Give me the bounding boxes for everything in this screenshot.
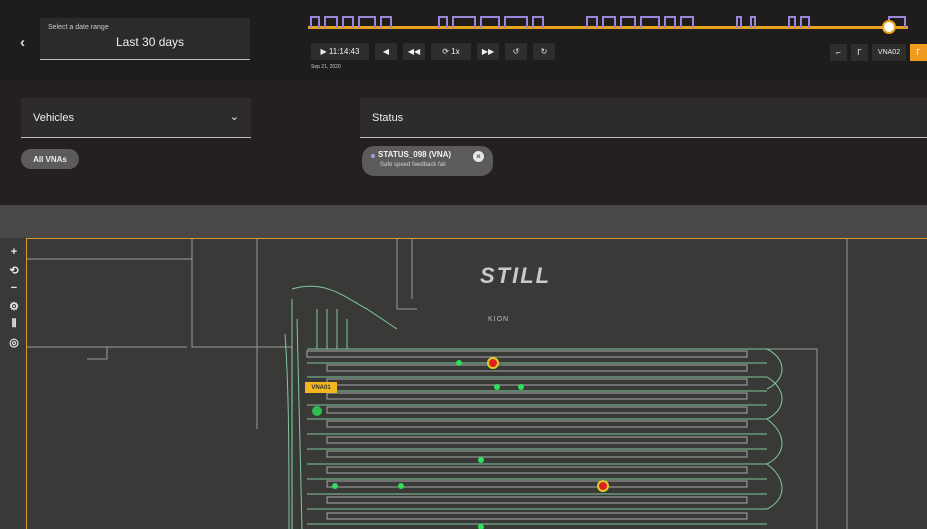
heatmap-icon[interactable]: ⦀	[6, 316, 22, 332]
timeline-segment	[586, 16, 598, 28]
rewind-button[interactable]: ◀◀	[403, 42, 425, 60]
vehicle-id-button[interactable]: VNA02	[872, 43, 906, 61]
target-icon[interactable]: ◎	[6, 334, 22, 350]
rewind-icon: ◀◀	[407, 46, 421, 56]
timeline-segment	[380, 16, 392, 28]
timeline-segment	[504, 16, 528, 28]
rotate-left-icon: ↺	[512, 46, 520, 56]
gear-icon[interactable]: ⚙	[6, 298, 22, 314]
date-range-label: Select a date range	[48, 24, 109, 31]
green-marker	[494, 384, 500, 390]
step-back-button[interactable]: ◀	[375, 42, 397, 60]
corner-left-icon[interactable]: Γ	[851, 43, 868, 61]
kion-logo: KION	[488, 316, 510, 323]
filter-panel: Vehicles ⌄ All VNAs Status STATUS_098 (V…	[0, 80, 927, 205]
status-chip-title: STATUS_098 (VNA)	[378, 150, 452, 159]
timeline-segment	[452, 16, 476, 28]
green-marker	[312, 406, 322, 416]
back-chevron-icon[interactable]: ‹	[20, 34, 38, 54]
timeline-segment	[640, 16, 660, 28]
status-dot-icon	[371, 154, 375, 158]
green-marker	[398, 483, 404, 489]
timeline-segment	[620, 16, 636, 28]
date-range-value: Last 30 days	[116, 35, 185, 49]
minus-icon[interactable]: −	[6, 280, 22, 296]
corner-right-icon[interactable]: ⌐	[830, 43, 847, 61]
vehicle-tag[interactable]: VNA01	[305, 382, 337, 393]
rotate-right-button[interactable]: ↻	[533, 42, 555, 60]
speed-label: 1x	[451, 46, 460, 56]
green-marker	[478, 524, 484, 529]
rotate-icon[interactable]: ⟲	[6, 262, 22, 278]
timeline-segment	[438, 16, 448, 28]
walls	[27, 239, 848, 529]
play-time: 11:14:43	[328, 46, 360, 56]
still-logo: STILL	[480, 263, 552, 288]
timeline-segment	[480, 16, 500, 28]
fast-forward-icon: ▶▶	[481, 46, 495, 56]
playback-date: Sep 21, 2020	[311, 64, 341, 70]
chevron-down-icon: ⌄	[229, 111, 239, 123]
separator-band	[0, 205, 927, 238]
green-marker	[518, 384, 524, 390]
red-marker-core	[599, 482, 607, 490]
vehicle-paths	[284, 285, 783, 529]
status-select[interactable]: Status	[360, 98, 927, 138]
timeline[interactable]	[308, 10, 920, 36]
right-controls: ⌐ Γ VNA02 Γ	[826, 43, 927, 61]
timeline-segment	[750, 16, 756, 28]
fast-forward-button[interactable]: ▶▶	[477, 42, 499, 60]
rotate-left-button[interactable]: ↺	[505, 42, 527, 60]
timeline-segment	[680, 16, 694, 28]
corner-orange-icon[interactable]: Γ	[910, 43, 927, 61]
speed-icon: ⟳	[442, 46, 452, 56]
date-range-select[interactable]: Select a date range Last 30 days	[40, 18, 250, 60]
green-marker	[332, 483, 338, 489]
vehicles-select[interactable]: Vehicles ⌄	[21, 98, 251, 138]
timeline-segment	[664, 16, 676, 28]
status-chip-subtitle: Safe speed feedback fail	[380, 162, 446, 168]
step-back-icon: ◀	[382, 46, 390, 56]
playback-controls: ▶ 11:14:43 ◀ ◀◀ ⟳ 1x ▶▶ ↺ ↻	[311, 42, 561, 60]
all-vnas-chip[interactable]: All VNAs	[21, 149, 79, 169]
timeline-segment	[800, 16, 810, 28]
play-button[interactable]: ▶ 11:14:43	[311, 42, 369, 60]
timeline-segment	[324, 16, 338, 28]
timeline-segment	[532, 16, 544, 28]
speed-button[interactable]: ⟳ 1x	[431, 42, 471, 60]
status-label: Status	[372, 112, 404, 124]
timeline-segment	[342, 16, 354, 28]
red-marker-core	[489, 359, 497, 367]
timeline-segment	[736, 16, 742, 28]
timeline-handle[interactable]	[882, 20, 896, 34]
map-toolbar: + ⟲ − ⚙ ⦀ ◎	[6, 244, 22, 352]
timeline-segment	[358, 16, 376, 28]
map-drawing	[27, 239, 848, 529]
close-icon[interactable]: ×	[473, 151, 484, 162]
timeline-segment	[602, 16, 616, 28]
timeline-segment	[310, 16, 320, 28]
plus-icon[interactable]: +	[6, 244, 22, 260]
green-marker	[456, 360, 462, 366]
rotate-right-icon: ↻	[540, 46, 548, 56]
green-marker	[478, 457, 484, 463]
top-bar: ‹ Select a date range Last 30 days ▶ 11:…	[0, 0, 927, 80]
status-chip[interactable]: STATUS_098 (VNA) Safe speed feedback fai…	[362, 146, 493, 176]
timeline-segment	[788, 16, 796, 28]
play-icon: ▶	[320, 46, 329, 56]
vehicles-label: Vehicles	[33, 112, 74, 124]
